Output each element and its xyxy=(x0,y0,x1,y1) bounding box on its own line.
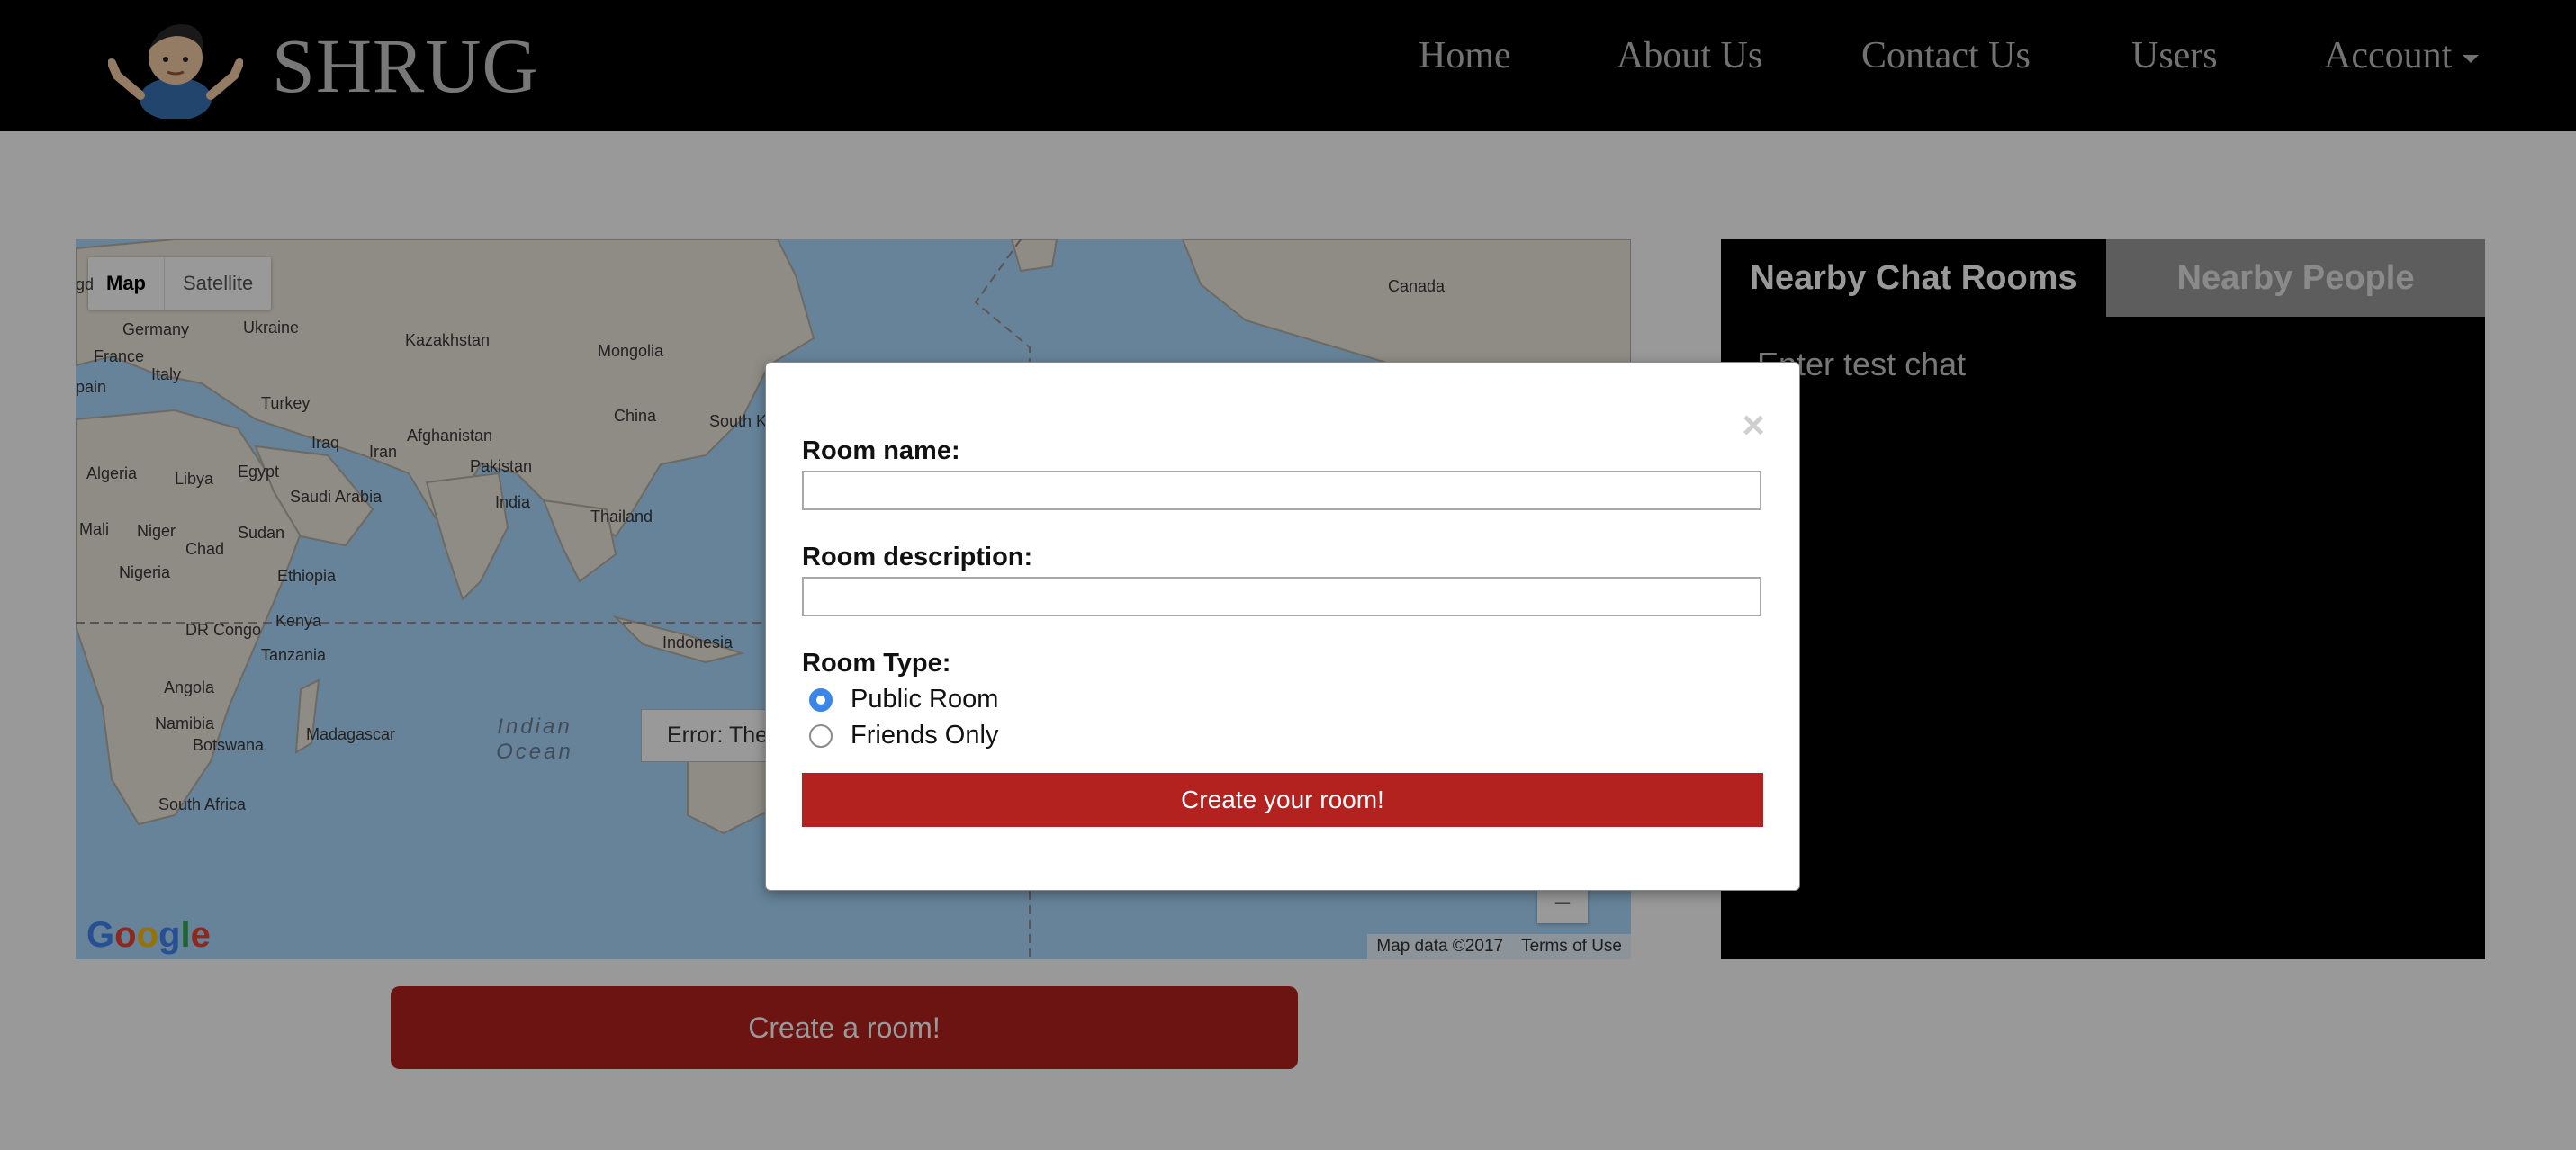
room-description-input[interactable] xyxy=(802,577,1761,616)
radio-selected-icon[interactable] xyxy=(809,687,833,712)
room-type-friends-option[interactable]: Friends Only xyxy=(809,721,998,750)
radio-unselected-icon[interactable] xyxy=(809,723,833,748)
room-type-public-option[interactable]: Public Room xyxy=(809,685,998,714)
create-your-room-button[interactable]: Create your room! xyxy=(802,773,1763,827)
room-name-input[interactable] xyxy=(802,471,1761,510)
radio-label: Public Room xyxy=(851,685,999,714)
room-name-label: Room name: xyxy=(802,436,960,465)
room-type-label: Room Type: xyxy=(802,649,951,678)
create-room-modal: × Room name: Room description: Room Type… xyxy=(765,362,1800,891)
radio-label: Friends Only xyxy=(851,721,999,750)
room-description-label: Room description: xyxy=(802,543,1033,571)
close-icon[interactable]: × xyxy=(1742,406,1765,445)
